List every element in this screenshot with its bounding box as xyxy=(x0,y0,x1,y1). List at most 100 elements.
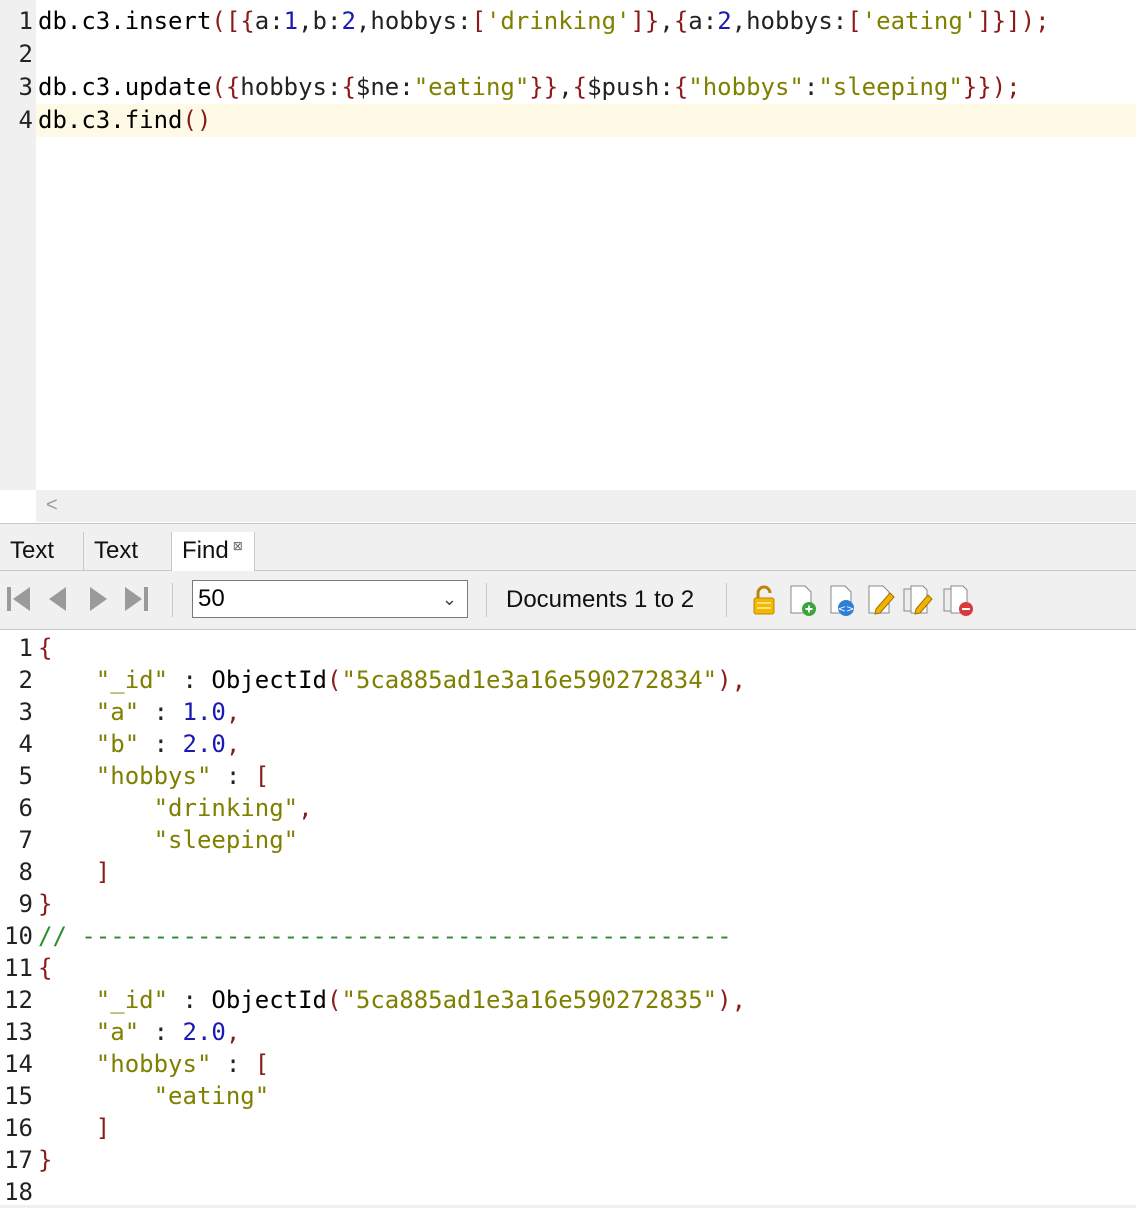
code-token: hobbys: xyxy=(240,73,342,101)
line-number: 2 xyxy=(18,40,33,68)
tab-text-2[interactable]: Text xyxy=(84,532,172,570)
output-line: 2 "_id" : ObjectId("5ca885ad1e3a16e59027… xyxy=(0,664,1136,696)
code-token: a: xyxy=(688,7,718,35)
code-token: ObjectId xyxy=(211,666,327,694)
first-page-icon[interactable] xyxy=(4,583,34,615)
page-size-select[interactable]: 50 ⌄ xyxy=(192,580,468,618)
code-token: ([{ xyxy=(211,7,255,35)
code-text: "_id" : ObjectId("5ca885ad1e3a16e5902728… xyxy=(38,664,746,696)
line-number: 10 xyxy=(4,922,33,950)
code-token: : xyxy=(803,73,819,101)
line-number: 7 xyxy=(18,826,33,854)
result-tab-bar: Text Text Find ⊠ xyxy=(0,532,1136,571)
output-line: 7 "sleeping" xyxy=(0,824,1136,856)
output-line: 9} xyxy=(0,888,1136,920)
code-token: db.c3.find xyxy=(38,106,183,134)
code-token: () xyxy=(182,106,212,134)
code-text: "_id" : ObjectId("5ca885ad1e3a16e5902728… xyxy=(38,984,746,1016)
code-token: db.c3.update xyxy=(38,73,212,101)
code-text: "eating" xyxy=(38,1080,270,1112)
tab-find[interactable]: Find ⊠ xyxy=(171,532,255,571)
code-token: } xyxy=(38,890,53,918)
code-token: { xyxy=(38,954,53,982)
last-page-icon[interactable] xyxy=(122,583,152,615)
line-number: 16 xyxy=(4,1114,33,1142)
code-text: { xyxy=(38,952,52,984)
code-text: "hobbys" : [ xyxy=(38,760,269,792)
code-token: ,hobbys: xyxy=(731,7,848,35)
code-token: [ xyxy=(254,1050,270,1078)
code-text: "a" : 2.0, xyxy=(38,1016,241,1048)
code-token: , xyxy=(558,73,573,101)
editor-line: 4 db.c3.find() xyxy=(0,104,1136,137)
scroll-left-icon[interactable]: < xyxy=(46,494,58,517)
code-token: "_id" xyxy=(95,666,169,694)
line-number: 4 xyxy=(18,106,33,134)
line-number: 1 xyxy=(18,634,33,662)
code-token: : xyxy=(139,698,183,726)
lock-icon[interactable] xyxy=(748,583,780,617)
line-number: 15 xyxy=(4,1082,33,1110)
delete-document-icon[interactable] xyxy=(942,583,974,617)
code-token: ( xyxy=(327,986,342,1014)
code-text: "sleeping" xyxy=(38,824,299,856)
code-token: "a" xyxy=(95,1018,140,1046)
tab-label: Find xyxy=(182,537,229,564)
editor-horizontal-scrollbar[interactable]: < xyxy=(36,490,1136,522)
tab-label: Text xyxy=(10,537,55,564)
code-token: : xyxy=(211,762,255,790)
code-text: "a" : 1.0, xyxy=(38,696,241,728)
code-token: 'eating' xyxy=(861,7,978,35)
code-text: db.c3.update({hobbys:{$ne:"eating"}},{$p… xyxy=(38,71,1021,104)
output-line: 6 "drinking", xyxy=(0,792,1136,824)
code-token: 1.0 xyxy=(182,698,226,726)
close-tab-icon[interactable]: ⊠ xyxy=(233,539,243,553)
line-number: 18 xyxy=(4,1178,33,1206)
code-text: } xyxy=(38,888,52,920)
output-line: 10// -----------------------------------… xyxy=(0,920,1136,952)
toolbar-separator xyxy=(726,583,727,617)
output-line: 14 "hobbys" : [ xyxy=(0,1048,1136,1080)
tab-text-1[interactable]: Text xyxy=(0,532,84,570)
code-token: }}); xyxy=(962,73,1021,101)
code-token: ,hobbys: xyxy=(355,7,472,35)
add-document-icon[interactable] xyxy=(786,583,818,617)
code-token: "5ca885ad1e3a16e590272834" xyxy=(341,666,718,694)
editor-line: 3 db.c3.update({hobbys:{$ne:"eating"}},{$… xyxy=(0,71,1136,104)
next-page-icon[interactable] xyxy=(84,583,114,615)
code-token: "b" xyxy=(95,730,140,758)
output-line: 18 xyxy=(0,1176,1136,1208)
code-token: 'drinking' xyxy=(485,7,631,35)
code-token: , xyxy=(225,1018,241,1046)
line-number: 1 xyxy=(18,7,33,35)
code-token: ({ xyxy=(211,73,241,101)
code-text: "b" : 2.0, xyxy=(38,728,241,760)
code-token: ), xyxy=(717,986,747,1014)
code-text: } xyxy=(38,1144,52,1176)
line-number: 17 xyxy=(4,1146,33,1174)
code-token: "a" xyxy=(95,698,140,726)
code-token: { xyxy=(341,73,356,101)
line-number: 8 xyxy=(18,858,33,886)
view-json-icon[interactable]: <> xyxy=(826,583,858,617)
code-token: : xyxy=(139,730,183,758)
code-token: ,b: xyxy=(298,7,342,35)
chevron-down-icon[interactable]: ⌄ xyxy=(442,581,457,617)
previous-page-icon[interactable] xyxy=(44,583,74,615)
code-token: 2.0 xyxy=(182,730,226,758)
line-number: 13 xyxy=(4,1018,33,1046)
find-result-output[interactable]: 1 {2 "_id" : ObjectId("5ca885ad1e3a16e590… xyxy=(0,630,1136,1208)
code-token: ObjectId xyxy=(211,986,327,1014)
edit-multiple-icon[interactable] xyxy=(902,583,934,617)
code-token: db.c3.insert xyxy=(38,7,212,35)
script-editor[interactable]: 1 db.c3.insert([{a:1,b:2,hobbys:['drinkin… xyxy=(0,0,1136,524)
output-line: 8 ] xyxy=(0,856,1136,888)
edit-document-icon[interactable] xyxy=(864,583,896,617)
code-token: }} xyxy=(529,73,559,101)
output-line: 15 "eating" xyxy=(0,1080,1136,1112)
